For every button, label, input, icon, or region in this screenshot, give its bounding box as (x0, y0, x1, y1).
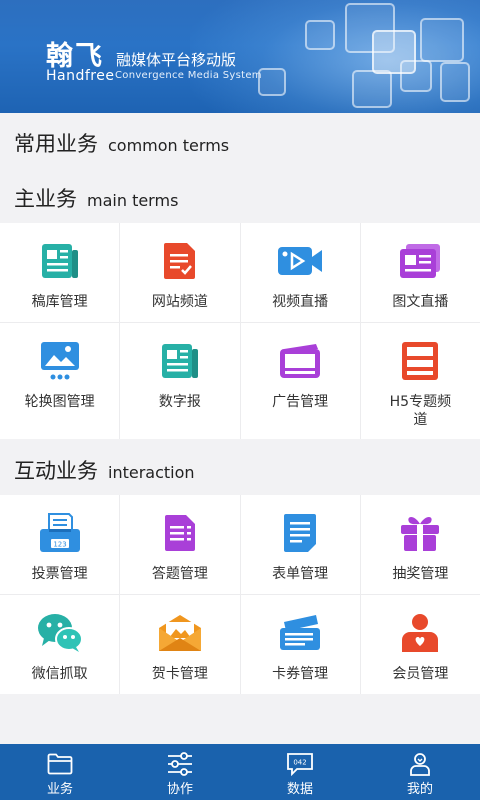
app-subtitle: 融媒体平台移动版 (116, 51, 237, 69)
service-item-lottery[interactable]: 抽奖管理 (360, 495, 480, 594)
tab-label: 数据 (286, 782, 313, 797)
main-services-grid: 稿库管理 网站频道 视频直播 图文直播 轮换图管理 数字报 广告管理 H5专题频… (0, 223, 480, 439)
coupon-ticket-icon (280, 615, 321, 650)
brand-name-en: Handfree (46, 68, 115, 84)
chat-data-icon: 042 (287, 753, 313, 776)
interaction-services-grid: 123 投票管理 答题管理 表单管理 抽奖管理 微信抓取 贺卡管理 卡券管理 会… (0, 495, 480, 694)
service-item-video-live[interactable]: 视频直播 (240, 223, 360, 322)
section-title-interaction-en: interaction (108, 463, 195, 482)
tab-mine[interactable]: 我的 (360, 744, 480, 800)
service-label: 贺卡管理 (151, 666, 208, 682)
service-label: 卡券管理 (272, 666, 329, 682)
section-title-common-en: common terms (108, 136, 230, 155)
service-label: H5专题频道 (389, 394, 452, 428)
website-channel-icon (163, 243, 195, 279)
service-label: 抽奖管理 (392, 566, 449, 582)
image-text-icon (400, 244, 441, 278)
service-item-digital-newspaper[interactable]: 数字报 (120, 323, 240, 439)
service-item-document-library[interactable]: 稿库管理 (0, 223, 120, 322)
bottom-tab-bar: 业务 协作 042 数据 我的 (0, 744, 480, 800)
section-title-interaction: 互动业务 interaction (14, 455, 195, 485)
service-item-form[interactable]: 表单管理 (240, 495, 360, 594)
tab-label: 业务 (46, 782, 73, 797)
service-label: 广告管理 (272, 394, 329, 410)
data-icon-text: 042 (293, 759, 306, 767)
sliders-icon (168, 752, 192, 776)
service-item-ad-management[interactable]: 广告管理 (240, 323, 360, 439)
service-item-image-carousel[interactable]: 轮换图管理 (0, 323, 120, 439)
wechat-icon (37, 614, 83, 652)
service-label: 稿库管理 (31, 294, 88, 310)
service-label: 表单管理 (272, 566, 329, 582)
service-label: 视频直播 (272, 294, 329, 310)
service-item-h5-topic-channel[interactable]: H5专题频道 (360, 323, 480, 439)
section-title-main: 主业务 main terms (14, 183, 178, 213)
tab-label: 我的 (406, 782, 433, 797)
folder-icon (47, 753, 73, 775)
section-title-common: 常用业务 common terms (14, 128, 229, 158)
service-label: 答题管理 (151, 566, 208, 582)
section-title-main-zh: 主业务 (14, 187, 77, 211)
newspaper-icon (161, 344, 198, 378)
service-label: 会员管理 (392, 666, 449, 682)
service-item-wechat-fetch[interactable]: 微信抓取 (0, 595, 120, 694)
advertisement-icon (280, 344, 321, 378)
tab-data[interactable]: 042 数据 (240, 744, 360, 800)
service-label: 微信抓取 (31, 666, 88, 682)
service-item-quiz[interactable]: 答题管理 (120, 495, 240, 594)
tab-collaboration[interactable]: 协作 (120, 744, 240, 800)
service-item-greeting-card[interactable]: 贺卡管理 (120, 595, 240, 694)
gift-icon (401, 517, 440, 551)
vote-box-icon: 123 (39, 513, 80, 552)
greeting-card-icon (158, 615, 201, 651)
service-item-image-text-live[interactable]: 图文直播 (360, 223, 480, 322)
image-carousel-icon (40, 342, 79, 380)
section-title-main-en: main terms (87, 191, 179, 210)
service-item-vote[interactable]: 123 投票管理 (0, 495, 120, 594)
form-list-icon (284, 514, 317, 552)
header-banner: 翰飞 Handfree 融媒体平台移动版 Convergence Media S… (0, 0, 480, 113)
h5-topic-icon (402, 342, 439, 380)
app-subtitle-en: Convergence Media System (115, 70, 262, 81)
service-label: 图文直播 (392, 294, 449, 310)
section-title-interaction-zh: 互动业务 (14, 459, 98, 483)
vote-badge-text: 123 (53, 541, 66, 549)
service-label: 投票管理 (31, 566, 88, 582)
service-item-coupon[interactable]: 卡券管理 (240, 595, 360, 694)
quiz-form-icon (164, 515, 195, 551)
service-label: 网站频道 (151, 294, 208, 310)
service-label: 数字报 (158, 394, 201, 410)
user-icon (410, 753, 430, 776)
member-icon (402, 614, 439, 652)
tab-label: 协作 (166, 782, 193, 797)
video-camera-icon (278, 247, 323, 275)
service-item-member[interactable]: 会员管理 (360, 595, 480, 694)
service-item-website-channel[interactable]: 网站频道 (120, 223, 240, 322)
section-title-common-zh: 常用业务 (14, 132, 98, 156)
tab-business[interactable]: 业务 (0, 744, 120, 800)
document-library-icon (41, 244, 78, 278)
service-label: 轮换图管理 (24, 394, 95, 410)
